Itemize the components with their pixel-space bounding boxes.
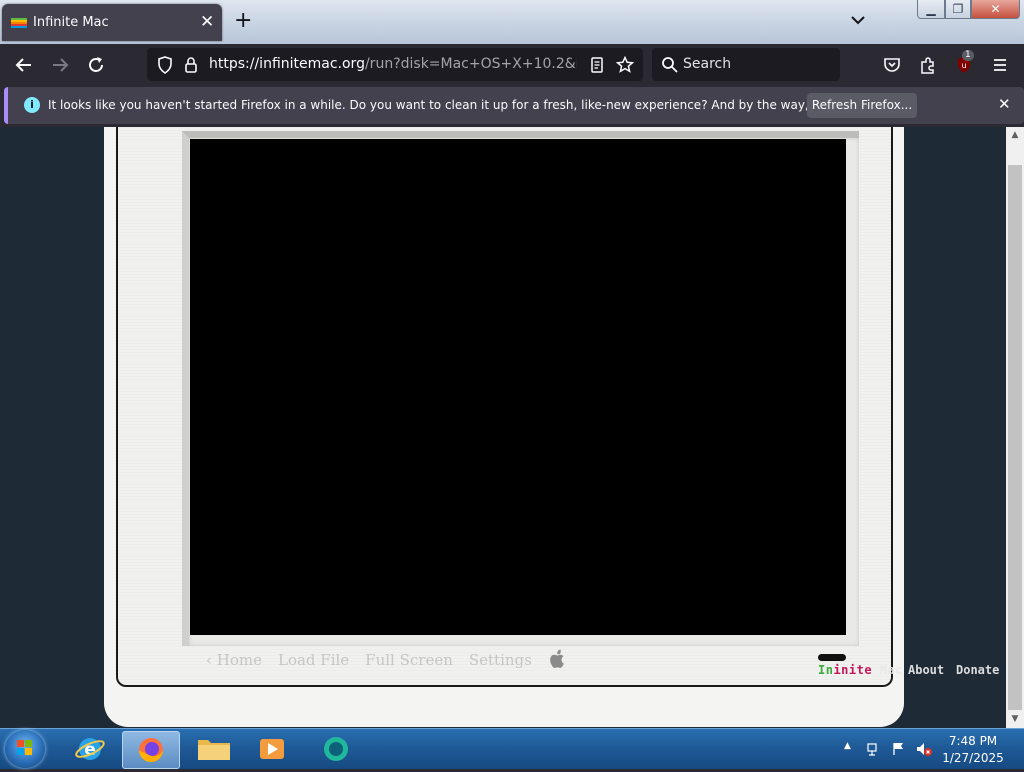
clock-time[interactable]: 7:48 PM xyxy=(940,734,1006,748)
taskbar-ie[interactable]: e xyxy=(62,731,118,767)
folder-icon xyxy=(198,740,230,760)
chat-app-icon xyxy=(324,737,348,761)
minimize-button[interactable]: ▁ xyxy=(917,0,945,19)
title-bar: Infinite Mac ✕ + ▁ ❐ ✕ xyxy=(0,0,1024,44)
search-input[interactable]: Search xyxy=(683,56,731,72)
media-player-icon xyxy=(260,739,284,759)
bookmark-star-icon[interactable] xyxy=(615,55,635,75)
notification-message: It looks like you haven't started Firefo… xyxy=(48,98,904,112)
address-bar[interactable]: https://infinitemac.org/run?disk=Mac+OS+… xyxy=(147,48,643,81)
notification-bar: i It looks like you haven't started Fire… xyxy=(4,87,1024,124)
reload-icon[interactable] xyxy=(86,55,106,75)
load-file-link[interactable]: Load File xyxy=(278,651,349,669)
mac-controls: ‹ Home Load File Full Screen Settings xyxy=(206,649,566,669)
shield-icon[interactable] xyxy=(155,55,175,75)
brand-part-1: In xyxy=(818,663,834,677)
close-tab-icon[interactable]: ✕ xyxy=(200,12,214,32)
url-text[interactable]: https://infinitemac.org/run?disk=Mac+OS+… xyxy=(209,56,577,72)
taskbar-app[interactable] xyxy=(308,731,364,767)
url-path: /run?disk=Mac+OS+X+10.2&infinite_ xyxy=(364,56,577,72)
close-window-button[interactable]: ✕ xyxy=(971,0,1020,19)
start-button[interactable] xyxy=(5,730,45,768)
volume-muted-icon[interactable] xyxy=(915,741,933,757)
settings-link[interactable]: Settings xyxy=(469,651,532,669)
emulator-screen[interactable] xyxy=(190,139,846,635)
nav-bar: https://infinitemac.org/run?disk=Mac+OS+… xyxy=(0,44,1024,86)
apple-logo-icon[interactable] xyxy=(548,649,566,669)
taskbar-media-player[interactable] xyxy=(244,731,300,767)
refresh-firefox-button[interactable]: Refresh Firefox... xyxy=(807,93,917,118)
taskbar-firefox[interactable] xyxy=(122,731,180,769)
internet-explorer-icon: e xyxy=(75,738,105,760)
brand-bar xyxy=(818,654,846,661)
reader-view-icon[interactable] xyxy=(587,55,607,75)
page-content: ‹ Home Load File Full Screen Settings In… xyxy=(0,127,1006,728)
restore-button[interactable]: ❐ xyxy=(945,0,971,19)
home-link[interactable]: ‹ Home xyxy=(206,651,262,669)
screen-bezel xyxy=(182,131,859,646)
search-bar[interactable]: Search xyxy=(652,48,840,81)
scroll-up-icon[interactable]: ▲ xyxy=(1009,130,1021,140)
forward-arrow-icon[interactable] xyxy=(50,55,70,75)
donate-link[interactable]: Donate xyxy=(956,663,999,677)
taskbar: e ▲ 7:48 PM 1/27/2025 xyxy=(0,728,1024,769)
svg-text:u: u xyxy=(961,61,966,70)
rainbow-mac-favicon-icon xyxy=(11,18,27,28)
mac-computer-frame: ‹ Home Load File Full Screen Settings In… xyxy=(104,127,999,727)
show-hidden-icons[interactable]: ▲ xyxy=(844,741,851,751)
new-tab-button[interactable]: + xyxy=(234,8,252,34)
brand-part-2: inite xyxy=(833,663,873,677)
firefox-icon xyxy=(139,738,163,762)
about-link[interactable]: About xyxy=(908,663,944,677)
url-host: https://infinitemac.org xyxy=(209,56,365,72)
pocket-icon[interactable] xyxy=(882,55,902,75)
page-scrollbar[interactable]: ▲ ▼ xyxy=(1006,127,1024,728)
scroll-thumb[interactable] xyxy=(1008,165,1022,710)
tab-infinite-mac[interactable]: Infinite Mac ✕ xyxy=(2,4,222,41)
taskbar-explorer[interactable] xyxy=(186,731,242,767)
extensions-puzzle-icon[interactable] xyxy=(918,55,938,75)
tab-title: Infinite Mac xyxy=(33,15,109,30)
clock-date[interactable]: 1/27/2025 xyxy=(940,751,1006,765)
extension-badge: 1 xyxy=(962,50,974,61)
windows-logo-icon xyxy=(17,740,32,755)
action-center-flag-icon[interactable] xyxy=(866,741,882,757)
network-icon[interactable] xyxy=(891,741,907,757)
mac-inner-frame: ‹ Home Load File Full Screen Settings In… xyxy=(116,127,999,687)
close-notification-icon[interactable]: ✕ xyxy=(998,95,1011,113)
chevron-down-icon[interactable] xyxy=(848,10,868,30)
full-screen-link[interactable]: Full Screen xyxy=(365,651,453,669)
back-arrow-icon[interactable] xyxy=(14,55,34,75)
scroll-down-icon[interactable]: ▼ xyxy=(1009,714,1021,724)
infinite-mac-logo[interactable]: Ininite Mac xyxy=(818,663,903,677)
window-controls: ▁ ❐ ✕ xyxy=(917,0,1022,19)
info-icon: i xyxy=(24,97,40,113)
brand-part-3: Mac xyxy=(872,663,903,677)
hamburger-menu-icon[interactable] xyxy=(990,55,1010,75)
search-icon xyxy=(662,57,678,73)
lock-icon[interactable] xyxy=(181,55,201,75)
